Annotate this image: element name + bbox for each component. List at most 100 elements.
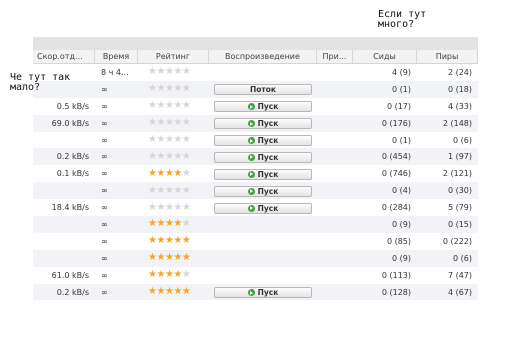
column-header-seeds[interactable]: Сиды <box>353 50 417 63</box>
star-icon[interactable]: ★ <box>182 236 191 246</box>
play-button[interactable]: Пуск <box>214 118 312 130</box>
star-icon[interactable]: ★ <box>156 118 165 128</box>
star-icon[interactable]: ★ <box>182 84 191 94</box>
star-icon[interactable]: ★ <box>156 219 165 229</box>
table-row[interactable]: ∞ ★★★★★ Поток 0 (1) 0 (18) <box>33 80 478 98</box>
rating-stars[interactable]: ★★★★★ <box>138 236 209 246</box>
column-header-playback[interactable]: Воспроизведение <box>209 50 317 63</box>
star-icon[interactable]: ★ <box>156 203 165 213</box>
star-icon[interactable]: ★ <box>156 152 165 162</box>
star-icon[interactable]: ★ <box>182 287 191 297</box>
star-icon[interactable]: ★ <box>182 67 191 77</box>
play-button[interactable]: Пуск <box>214 151 312 163</box>
rating-stars[interactable]: ★★★★★ <box>138 118 209 128</box>
time-cell: ∞ <box>101 219 108 229</box>
peers-cell: 5 (79) <box>447 203 472 213</box>
seeds-cell: 0 (4) <box>392 186 411 196</box>
column-header-upload-speed[interactable]: Скор.отд... <box>33 50 95 63</box>
table-row[interactable]: 0.2 kB/s ∞ ★★★★★ Пуск 0 (128) 4 (67) <box>33 283 478 301</box>
table-row[interactable]: ∞ ★★★★★ 0 (9) 0 (6) <box>33 249 478 267</box>
rating-stars[interactable]: ★★★★★ <box>138 270 209 280</box>
rating-stars[interactable]: ★★★★★ <box>138 135 209 145</box>
star-icon[interactable]: ★ <box>156 186 165 196</box>
rating-stars[interactable]: ★★★★★ <box>138 84 209 94</box>
star-icon[interactable]: ★ <box>173 203 182 213</box>
play-button[interactable]: Пуск <box>214 135 312 146</box>
star-icon[interactable]: ★ <box>156 67 165 77</box>
table-row[interactable]: ∞ ★★★★★ Пуск 0 (4) 0 (30) <box>33 182 478 200</box>
star-icon[interactable]: ★ <box>173 270 182 280</box>
star-icon[interactable]: ★ <box>182 101 191 111</box>
star-icon[interactable]: ★ <box>156 101 165 111</box>
star-icon[interactable]: ★ <box>182 253 191 263</box>
play-button[interactable]: Пуск <box>214 185 312 197</box>
column-header-rating[interactable]: Рейтинг <box>138 50 209 63</box>
star-icon[interactable]: ★ <box>173 84 182 94</box>
star-icon[interactable]: ★ <box>182 219 191 229</box>
star-icon[interactable]: ★ <box>182 152 191 162</box>
star-icon[interactable]: ★ <box>173 186 182 196</box>
star-icon[interactable]: ★ <box>182 186 191 196</box>
star-icon[interactable]: ★ <box>156 84 165 94</box>
star-icon[interactable]: ★ <box>156 236 165 246</box>
star-icon[interactable]: ★ <box>173 236 182 246</box>
star-icon[interactable]: ★ <box>182 118 191 128</box>
rating-stars[interactable]: ★★★★★ <box>138 152 209 162</box>
seeds-cell: 0 (284) <box>381 203 411 213</box>
table-row[interactable]: ∞ ★★★★★ 0 (9) 0 (15) <box>33 216 478 233</box>
rating-stars[interactable]: ★★★★★ <box>138 203 209 213</box>
table-row[interactable]: 18.4 kB/s ∞ ★★★★★ Пуск 0 (284) 5 (79) <box>33 199 478 216</box>
table-row[interactable]: ∞ ★★★★★ 0 (85) 0 (222) <box>33 233 478 250</box>
rating-stars[interactable]: ★★★★★ <box>138 287 209 297</box>
star-icon[interactable]: ★ <box>156 287 165 297</box>
star-icon[interactable]: ★ <box>173 67 182 77</box>
play-icon <box>247 153 255 161</box>
star-icon[interactable]: ★ <box>182 270 191 280</box>
rating-stars[interactable]: ★★★★★ <box>138 169 209 179</box>
star-icon[interactable]: ★ <box>156 135 165 145</box>
table-row[interactable]: 8 ч 4... ★★★★★ 4 (9) 2 (24) <box>33 64 478 81</box>
time-cell: ∞ <box>101 152 108 162</box>
table-row[interactable]: 0.1 kB/s ∞ ★★★★★ Пуск 0 (746) 2 (121) <box>33 165 478 182</box>
star-icon[interactable]: ★ <box>173 152 182 162</box>
play-button[interactable]: Пуск <box>214 101 312 113</box>
star-icon[interactable]: ★ <box>182 169 191 179</box>
rating-stars[interactable]: ★★★★★ <box>138 67 209 77</box>
star-icon[interactable]: ★ <box>173 135 182 145</box>
table-body: 8 ч 4... ★★★★★ 4 (9) 2 (24) ∞ ★★★★★ Поток 0 (1)… <box>33 64 478 301</box>
rating-stars[interactable]: ★★★★★ <box>138 253 209 263</box>
star-icon[interactable]: ★ <box>173 169 182 179</box>
rating-stars[interactable]: ★★★★★ <box>138 219 209 229</box>
play-button[interactable]: Пуск <box>214 202 312 214</box>
stream-button[interactable]: Поток <box>214 84 312 96</box>
table-row[interactable]: 0.2 kB/s ∞ ★★★★★ Пуск 0 (454) 1 (97) <box>33 148 478 166</box>
time-cell: ∞ <box>101 203 108 213</box>
star-icon[interactable]: ★ <box>156 169 165 179</box>
table-row[interactable]: 61.0 kB/s ∞ ★★★★★ 0 (113) 7 (47) <box>33 267 478 284</box>
playback-cell: Поток <box>209 83 317 96</box>
rating-stars[interactable]: ★★★★★ <box>138 186 209 196</box>
star-icon[interactable]: ★ <box>182 203 191 213</box>
star-icon[interactable]: ★ <box>173 219 182 229</box>
play-button[interactable]: Пуск <box>214 168 312 180</box>
star-icon[interactable]: ★ <box>156 270 165 280</box>
star-icon[interactable]: ★ <box>182 135 191 145</box>
rating-stars[interactable]: ★★★★★ <box>138 101 209 111</box>
table-row[interactable]: ∞ ★★★★★ Пуск 0 (1) 0 (6) <box>33 132 478 149</box>
column-header-time[interactable]: Время <box>95 50 138 63</box>
playback-cell: Пуск <box>209 134 317 146</box>
playback-cell: Пуск <box>209 100 317 113</box>
table-row[interactable]: 0.5 kB/s ∞ ★★★★★ Пуск 0 (17) 4 (33) <box>33 98 478 115</box>
star-icon[interactable]: ★ <box>173 101 182 111</box>
star-icon[interactable]: ★ <box>173 287 182 297</box>
star-icon[interactable]: ★ <box>156 253 165 263</box>
column-header-priority[interactable]: При... <box>317 50 353 63</box>
column-header-peers[interactable]: Пиры <box>417 50 478 63</box>
star-icon[interactable]: ★ <box>173 253 182 263</box>
time-cell: ∞ <box>101 186 108 196</box>
toolbar-band <box>33 38 478 50</box>
star-icon[interactable]: ★ <box>173 118 182 128</box>
peers-cell: 2 (148) <box>442 118 472 128</box>
table-row[interactable]: 69.0 kB/s ∞ ★★★★★ Пуск 0 (176) 2 (148) <box>33 114 478 132</box>
play-button[interactable]: Пуск <box>214 287 312 299</box>
